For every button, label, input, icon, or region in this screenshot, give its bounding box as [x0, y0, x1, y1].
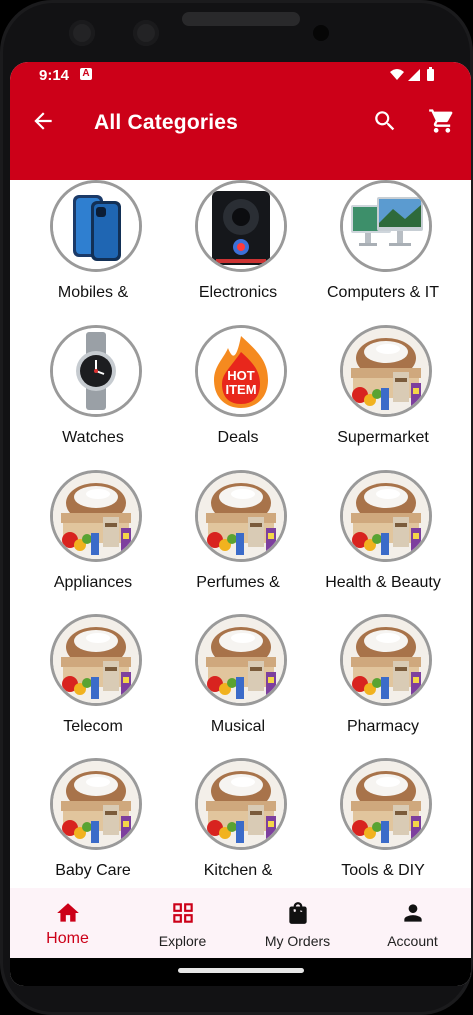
- category-image-smartphones: [50, 180, 142, 272]
- category-label: Supermarket: [337, 429, 429, 446]
- battery-icon: [427, 69, 434, 81]
- nav-account[interactable]: Account: [355, 888, 470, 958]
- category-item[interactable]: Supermarket: [310, 325, 460, 465]
- svg-text:ITEM: ITEM: [225, 382, 256, 397]
- category-image-grocery: [50, 614, 142, 706]
- category-item[interactable]: Musical: [165, 614, 315, 754]
- category-label: Musical: [210, 718, 266, 735]
- earpiece-speaker: [182, 12, 300, 26]
- nav-my-orders[interactable]: My Orders: [240, 888, 355, 958]
- category-label: Tools & DIY: [341, 862, 425, 879]
- category-label: Mobiles &: [57, 284, 129, 301]
- category-label: Kitchen &: [203, 862, 273, 879]
- front-camera: [69, 20, 95, 46]
- wifi-icon: [390, 69, 404, 80]
- category-image-speaker: [195, 180, 287, 272]
- category-image-grocery: [50, 470, 142, 562]
- front-camera-secondary: [133, 20, 159, 46]
- proximity-sensor: [313, 25, 329, 41]
- category-label: Electronics: [198, 284, 278, 301]
- category-label: Pharmacy: [346, 718, 420, 735]
- category-item[interactable]: Appliances: [20, 470, 170, 610]
- nav-home[interactable]: Home: [10, 888, 125, 958]
- category-image-grocery: [195, 758, 287, 850]
- app-screen: 9:14 A All Categories Mobiles & Electron…: [10, 62, 471, 986]
- category-item[interactable]: Mobiles &: [20, 180, 170, 320]
- category-image-grocery: [195, 470, 287, 562]
- nav-label: Account: [387, 933, 438, 949]
- category-label: Appliances: [53, 574, 133, 591]
- nav-label: My Orders: [264, 933, 331, 949]
- nav-label: Home: [46, 930, 89, 947]
- signal-icon: [408, 69, 420, 81]
- home-gesture-handle[interactable]: [178, 968, 304, 973]
- category-item[interactable]: Baby Care: [20, 758, 170, 888]
- category-item[interactable]: Tools & DIY: [310, 758, 460, 888]
- status-bar: 9:14 A: [10, 62, 471, 88]
- category-item[interactable]: HOT ITEM Deals: [165, 325, 315, 465]
- search-icon[interactable]: [372, 108, 398, 134]
- shopping-bag-icon: [289, 902, 307, 924]
- category-image-grocery: [340, 758, 432, 850]
- app-bar: All Categories: [10, 88, 471, 180]
- svg-text:HOT: HOT: [227, 368, 255, 383]
- person-icon: [404, 904, 422, 922]
- bottom-navigation: Home Explore My Orders Account: [10, 888, 471, 958]
- category-item[interactable]: Watches: [20, 325, 170, 465]
- home-icon: [57, 903, 79, 922]
- category-item[interactable]: Computers & IT: [310, 180, 460, 320]
- category-item[interactable]: Pharmacy: [310, 614, 460, 754]
- shopping-cart-icon[interactable]: [428, 107, 456, 135]
- category-item[interactable]: Electronics: [165, 180, 315, 320]
- category-item[interactable]: Kitchen &: [165, 758, 315, 888]
- nav-label: Explore: [158, 933, 207, 949]
- category-label: Baby Care: [55, 862, 131, 879]
- system-navigation-bar: [10, 958, 471, 986]
- category-image-hot-item: HOT ITEM: [195, 325, 287, 417]
- category-grid: Mobiles & Electronics Computers & IT Wat…: [10, 180, 471, 888]
- category-image-grocery: [195, 614, 287, 706]
- category-item[interactable]: Perfumes &: [165, 470, 315, 610]
- phone-frame: 9:14 A All Categories Mobiles & Electron…: [0, 0, 473, 1015]
- category-image-wristwatch: [50, 325, 142, 417]
- category-image-grocery: [50, 758, 142, 850]
- nav-explore[interactable]: Explore: [125, 888, 240, 958]
- category-label: Watches: [62, 429, 124, 446]
- notification-icon: A: [80, 68, 92, 80]
- page-title: All Categories: [94, 111, 239, 134]
- category-item[interactable]: Health & Beauty: [310, 470, 460, 610]
- category-label: Telecom: [63, 718, 123, 735]
- system-status-icons: [390, 67, 434, 81]
- arrow-left-icon[interactable]: [30, 108, 56, 134]
- category-label: Computers & IT: [326, 284, 440, 301]
- category-image-computers: [340, 180, 432, 272]
- category-label: Perfumes &: [196, 574, 280, 591]
- category-image-grocery: [340, 614, 432, 706]
- category-image-grocery: [340, 325, 432, 417]
- category-image-grocery: [340, 470, 432, 562]
- category-label: Health & Beauty: [325, 574, 441, 591]
- category-item[interactable]: Telecom: [20, 614, 170, 754]
- status-time: 9:14: [39, 67, 70, 84]
- category-label: Deals: [217, 429, 259, 446]
- grid-icon: [173, 903, 193, 923]
